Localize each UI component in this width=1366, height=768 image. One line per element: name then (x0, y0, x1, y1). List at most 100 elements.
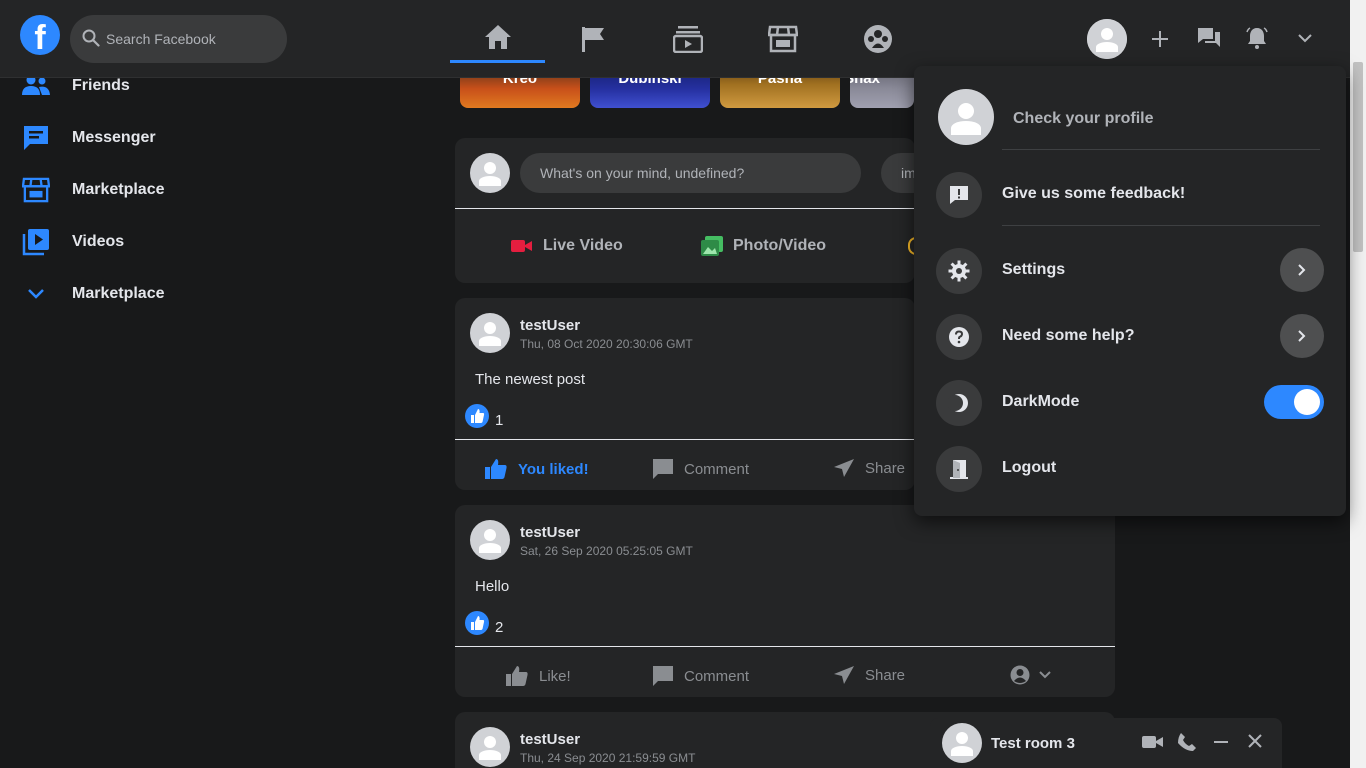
marketplace-icon (767, 25, 798, 53)
tab-home[interactable] (450, 14, 545, 63)
post-author[interactable]: testUser (520, 731, 580, 748)
thumbs-up-icon (471, 409, 485, 423)
menu-item-label: Check your profile (1013, 110, 1154, 127)
post-audience-button[interactable] (1010, 665, 1052, 685)
menu-divider (1002, 149, 1320, 150)
sidebar-item-label: Messenger (72, 129, 156, 146)
comment-label: Comment (684, 667, 750, 685)
like-button[interactable]: Like! (505, 665, 571, 687)
chat-room-title: Test room 3 (991, 735, 1075, 752)
avatar[interactable] (470, 313, 510, 353)
notifications-button[interactable] (1245, 26, 1269, 55)
post-author[interactable]: testUser (520, 317, 580, 334)
post-date: Thu, 08 Oct 2020 20:30:06 GMT (520, 337, 693, 351)
sidebar-item-videos[interactable]: Videos (20, 222, 124, 262)
close-icon (1248, 734, 1262, 748)
menu-item-profile[interactable]: Check your profile (936, 89, 1324, 147)
avatar (470, 153, 510, 193)
sidebar-item-see-more[interactable]: Marketplace (20, 274, 165, 314)
sidebar-item-label: Friends (72, 77, 130, 94)
avatar[interactable] (470, 520, 510, 560)
minimize-icon (1214, 741, 1228, 743)
tab-marketplace[interactable] (735, 14, 830, 64)
share-button[interactable]: Share (833, 665, 905, 685)
menu-item-darkmode[interactable]: DarkMode (936, 377, 1324, 427)
voice-call-button[interactable] (1177, 732, 1197, 757)
chevron-down-icon (1039, 671, 1051, 679)
account-menu-button[interactable] (1297, 31, 1313, 49)
friends-icon (22, 75, 50, 95)
marketplace-icon (22, 177, 50, 203)
comment-icon (653, 459, 673, 479)
tab-pages[interactable] (545, 14, 640, 64)
share-label: Share (865, 666, 906, 684)
phone-icon (1178, 733, 1196, 751)
feedback-icon (950, 186, 968, 204)
sidebar-item-marketplace[interactable]: Marketplace (20, 170, 165, 210)
groups-icon (863, 25, 892, 53)
comment-icon (653, 666, 673, 686)
post-divider (455, 439, 915, 440)
search-bar[interactable]: Search Facebook (70, 15, 287, 63)
flag-icon (581, 27, 604, 52)
messenger-icon (24, 126, 48, 150)
menu-item-label: Need some help? (1002, 327, 1135, 344)
sidebar-item-messenger[interactable]: Messenger (20, 118, 156, 158)
photo-icon (701, 236, 723, 256)
comment-button[interactable]: Comment (652, 665, 749, 687)
whats-on-your-mind-input[interactable]: What's on your mind, undefined? (520, 153, 861, 193)
watch-icon (672, 26, 703, 53)
chat-window-header[interactable]: Test room 3 (930, 718, 1282, 768)
gear-icon (948, 260, 970, 282)
profile-avatar-button[interactable] (1087, 19, 1127, 59)
tab-watch[interactable] (640, 14, 735, 64)
sidebar-item-label: Marketplace (72, 181, 165, 198)
like-label: You liked! (518, 460, 589, 478)
scrollbar-thumb[interactable] (1353, 62, 1363, 252)
sidebar-item-label: Videos (72, 233, 125, 250)
toggle-knob (1294, 389, 1320, 415)
messenger-button[interactable] (1197, 26, 1221, 55)
share-button[interactable]: Share (833, 458, 905, 478)
post-divider (455, 646, 1115, 647)
image-url-input[interactable]: im (881, 153, 914, 193)
user-circle-icon (1010, 665, 1030, 685)
search-placeholder: Search Facebook (106, 31, 216, 47)
like-button[interactable]: You liked! (484, 458, 589, 480)
facebook-logo[interactable]: f (20, 15, 60, 55)
menu-item-logout[interactable]: Logout (936, 443, 1324, 493)
page-scrollbar[interactable] (1350, 0, 1366, 768)
avatar[interactable] (470, 727, 510, 767)
post-text: The newest post (475, 371, 586, 388)
close-chat-button[interactable] (1246, 732, 1264, 755)
darkmode-toggle[interactable] (1264, 385, 1324, 419)
thumbs-up-icon (471, 616, 485, 630)
minimize-chat-button[interactable] (1212, 732, 1230, 757)
post-author[interactable]: testUser (520, 524, 580, 541)
help-icon (949, 327, 969, 347)
menu-item-label: DarkMode (1002, 393, 1080, 410)
post-date: Thu, 24 Sep 2020 21:59:59 GMT (520, 751, 696, 765)
photo-video-label: Photo/Video (733, 237, 827, 254)
photo-video-button[interactable]: Photo/Video (701, 236, 826, 256)
video-camera-icon (1142, 736, 1163, 748)
share-icon (834, 666, 854, 684)
thumbs-up-icon (506, 666, 528, 686)
menu-item-feedback[interactable]: Give us some feedback! (936, 169, 1324, 219)
tab-groups[interactable] (830, 14, 925, 64)
menu-item-label: Settings (1002, 261, 1066, 278)
menu-item-settings[interactable]: Settings (936, 245, 1324, 295)
like-badge (465, 611, 489, 635)
menu-item-help[interactable]: Need some help? (936, 311, 1324, 361)
video-call-button[interactable] (1142, 733, 1164, 756)
chevron-right-icon (1298, 264, 1306, 276)
live-video-button[interactable]: Live Video (511, 236, 623, 256)
help-expand-button[interactable] (1280, 314, 1324, 358)
chat-bubbles-icon (1198, 28, 1220, 47)
settings-expand-button[interactable] (1280, 248, 1324, 292)
videos-icon (22, 229, 49, 256)
thumbs-up-icon (485, 459, 507, 479)
like-count: 1 (495, 412, 504, 429)
comment-button[interactable]: Comment (652, 458, 749, 480)
create-button[interactable] (1151, 26, 1169, 57)
